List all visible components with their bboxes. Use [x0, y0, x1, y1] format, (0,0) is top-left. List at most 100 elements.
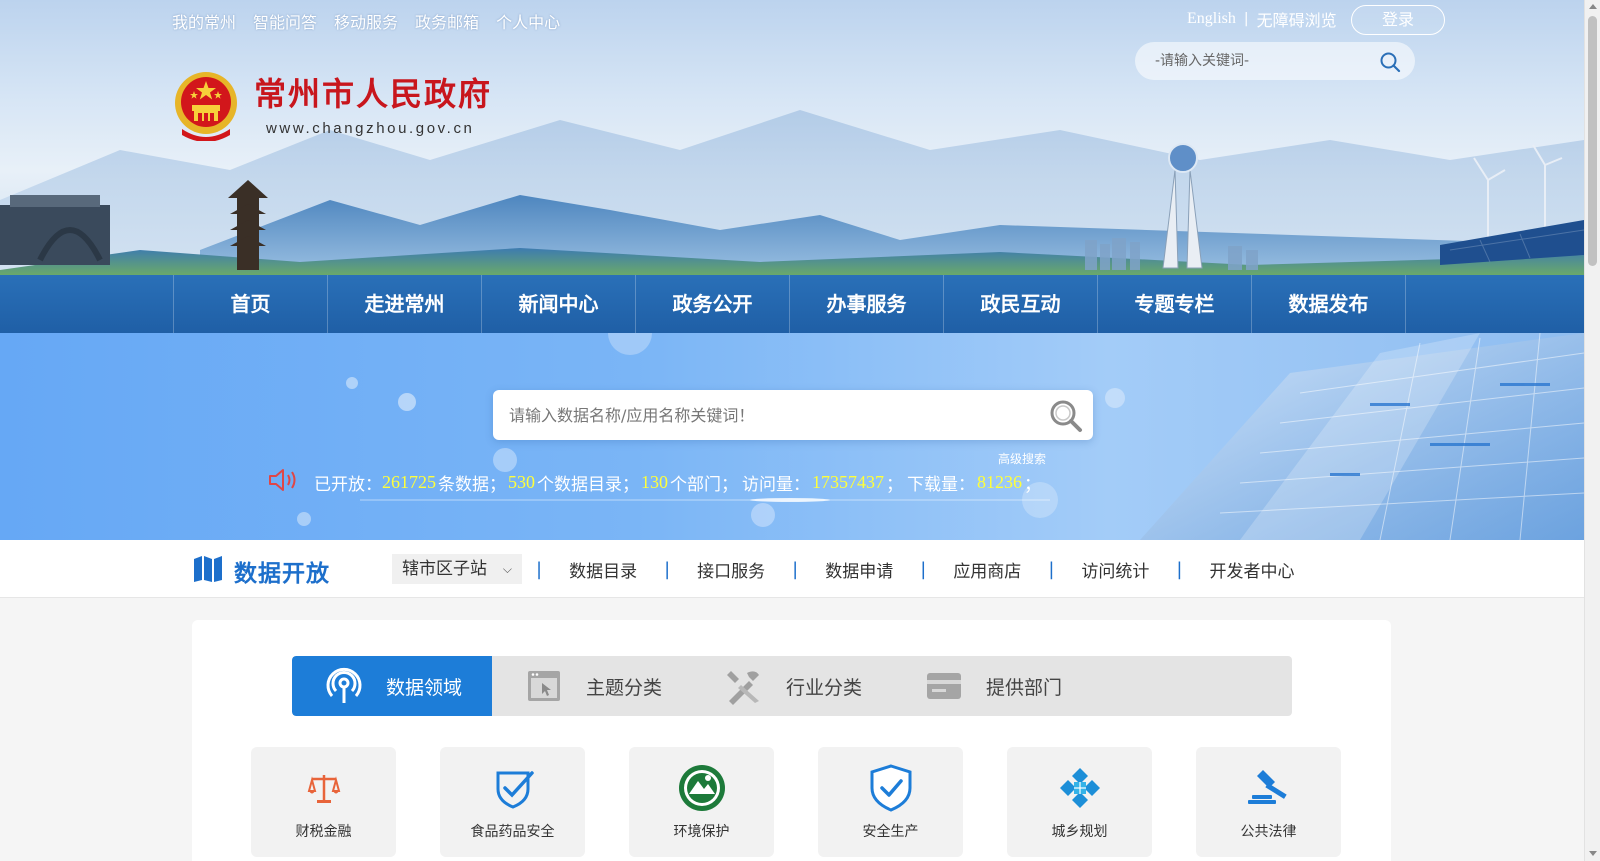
tab-industry-category[interactable]: 行业分类: [692, 656, 892, 716]
category-label: 城乡规划: [1051, 824, 1108, 840]
speaker-icon: [268, 467, 300, 498]
category-panel: 数据领域 主题分类 行业分类 提供部门 财税金融 食品药品安全 环境保护 安全生…: [192, 620, 1391, 861]
stats-prefix: 已开放：: [314, 475, 382, 495]
search-icon[interactable]: [1379, 51, 1401, 77]
category-label: 食品药品安全: [470, 824, 555, 840]
tab-label: 行业分类: [786, 676, 863, 699]
map-book-icon: [192, 555, 224, 587]
category-label: 公共法律: [1240, 824, 1297, 840]
nav-special-topics[interactable]: 专题专栏: [1098, 275, 1252, 333]
tab-data-domain[interactable]: 数据领域: [292, 656, 492, 716]
stat-departments-count: 130: [641, 472, 668, 492]
stat-catalogs-count: 530: [508, 472, 535, 492]
nav-about-changzhou[interactable]: 走进常州: [328, 275, 482, 333]
district-select[interactable]: 辖市区子站 ⌵: [392, 554, 522, 584]
category-cards: 财税金融 食品药品安全 环境保护 安全生产 城乡规划 公共法律: [251, 747, 1341, 857]
header-banner: 我的常州 智能问答 移动服务 政务邮箱 个人中心 English | 无障碍浏览…: [0, 0, 1584, 275]
site-url: www.changzhou.gov.cn: [266, 119, 475, 137]
scroll-up-arrow[interactable]: [1589, 4, 1597, 9]
divider: |: [792, 558, 799, 580]
link-gov-mailbox[interactable]: 政务邮箱: [415, 9, 479, 33]
stat-downloads-separator: ；: [1024, 475, 1041, 495]
chevron-down-icon: ⌵: [502, 562, 512, 576]
top-utility-links: 我的常州 智能问答 移动服务 政务邮箱 个人中心: [172, 9, 560, 33]
stat-downloads-count: 81236: [977, 472, 1022, 492]
nav-services[interactable]: 办事服务: [790, 275, 944, 333]
divider: |: [536, 558, 543, 580]
environment-emblem-icon: [677, 763, 727, 813]
link-smart-qa[interactable]: 智能问答: [253, 9, 317, 33]
top-search-input[interactable]: [1155, 51, 1365, 71]
signal-tower-icon: [324, 666, 364, 706]
advanced-search-link[interactable]: 高级搜索: [998, 450, 1046, 467]
link-separator: |: [1243, 11, 1249, 27]
category-card-environment[interactable]: 环境保护: [629, 747, 774, 857]
stat-datasets-count: 261725: [382, 472, 436, 492]
category-label: 财税金融: [295, 824, 352, 840]
nav-data-release[interactable]: 数据发布: [1252, 275, 1406, 333]
window-cursor-icon: [524, 666, 564, 706]
subnav-items: | 数据目录 | 接口服务 | 数据申请 | 应用商店 | 访问统计 | 开发者…: [536, 554, 1321, 584]
category-card-urban-rural-planning[interactable]: 城乡规划: [1007, 747, 1152, 857]
stat-visits-count: 17357437: [812, 472, 884, 492]
data-open-title: 数据开放: [234, 561, 330, 587]
nav-news-center[interactable]: 新闻中心: [482, 275, 636, 333]
tab-label: 主题分类: [586, 676, 663, 699]
tab-label: 数据领域: [386, 676, 463, 699]
page-scrollbar[interactable]: [1584, 0, 1600, 861]
scale-icon: [299, 763, 349, 813]
tab-provider-department[interactable]: 提供部门: [892, 656, 1092, 716]
site-logo[interactable]: 常州市人民政府 www.changzhou.gov.cn: [172, 69, 492, 142]
category-card-finance-tax[interactable]: 财税金融: [251, 747, 396, 857]
top-right-links: English | 无障碍浏览: [1187, 7, 1337, 31]
link-personal-center[interactable]: 个人中心: [496, 9, 560, 33]
nav-gov-affairs[interactable]: 政务公开: [636, 275, 790, 333]
login-button[interactable]: 登录: [1351, 5, 1445, 35]
link-mobile-service[interactable]: 移动服务: [334, 9, 398, 33]
planning-icon: [1055, 763, 1105, 813]
stat-catalogs-label: 个数据目录；: [537, 475, 639, 495]
top-search-box: [1135, 42, 1415, 80]
divider: |: [1176, 558, 1183, 580]
subnav-data-request[interactable]: 数据申请: [825, 557, 893, 582]
subnav-developer-center[interactable]: 开发者中心: [1209, 557, 1294, 582]
stat-departments-label: 个部门；: [670, 475, 738, 495]
link-my-changzhou[interactable]: 我的常州: [172, 9, 236, 33]
category-label: 安全生产: [862, 824, 919, 840]
national-emblem-icon: [172, 69, 240, 142]
category-card-public-law[interactable]: 公共法律: [1196, 747, 1341, 857]
stat-visits-separator: ；: [886, 475, 903, 495]
data-search-input[interactable]: [509, 404, 1009, 426]
shield-check-icon: [488, 763, 538, 813]
tab-label: 提供部门: [986, 676, 1063, 699]
category-label: 环境保护: [673, 824, 730, 840]
category-tabs: 数据领域 主题分类 行业分类 提供部门: [292, 656, 1292, 716]
divider: |: [920, 558, 927, 580]
data-open-subnav: 数据开放 辖市区子站 ⌵ | 数据目录 | 接口服务 | 数据申请 | 应用商店…: [0, 540, 1584, 598]
main-navigation: 首页 走进常州 新闻中心 政务公开 办事服务 政民互动 专题专栏 数据发布: [0, 275, 1584, 333]
nav-interaction[interactable]: 政民互动: [944, 275, 1098, 333]
scroll-thumb[interactable]: [1588, 16, 1597, 266]
data-search-box: [493, 390, 1093, 440]
divider: |: [1048, 558, 1055, 580]
category-card-food-drug-safety[interactable]: 食品药品安全: [440, 747, 585, 857]
district-select-value: 辖市区子站: [402, 559, 487, 579]
subnav-visit-stats[interactable]: 访问统计: [1081, 557, 1149, 582]
divider: |: [664, 558, 671, 580]
card-icon: [924, 666, 964, 706]
data-search-hero: 高级搜索 已开放： 261725 条数据； 530 个数据目录； 130 个部门…: [0, 333, 1584, 540]
category-card-production-safety[interactable]: 安全生产: [818, 747, 963, 857]
nav-home[interactable]: 首页: [174, 275, 328, 333]
subnav-api-service[interactable]: 接口服务: [697, 557, 765, 582]
subnav-data-catalog[interactable]: 数据目录: [569, 557, 637, 582]
subnav-app-store[interactable]: 应用商店: [953, 557, 1021, 582]
safety-shield-icon: [866, 763, 916, 813]
accessibility-link[interactable]: 无障碍浏览: [1257, 7, 1337, 31]
scroll-down-arrow[interactable]: [1589, 851, 1597, 856]
english-link[interactable]: English: [1187, 10, 1236, 28]
tab-theme-category[interactable]: 主题分类: [492, 656, 692, 716]
magnifier-icon[interactable]: [1048, 398, 1084, 438]
gavel-icon: [1244, 763, 1294, 813]
stat-datasets-label: 条数据；: [438, 475, 506, 495]
data-open-brand[interactable]: 数据开放: [192, 554, 330, 588]
